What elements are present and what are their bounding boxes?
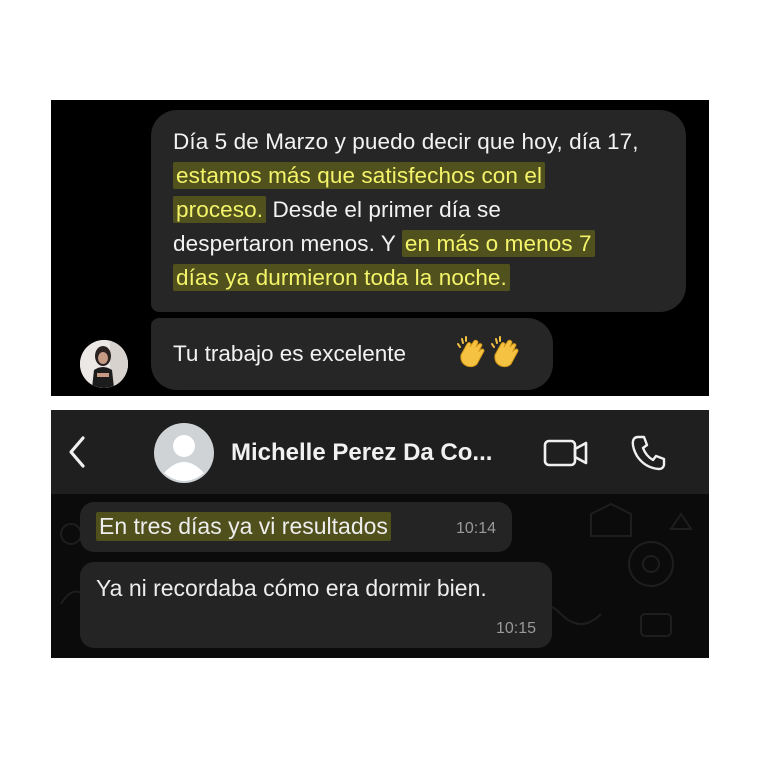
received-message-bubble[interactable]: Día 5 de Marzo y puedo decir que hoy, dí… — [151, 110, 686, 312]
message-text: Tu trabajo es excelente — [173, 341, 407, 366]
back-chevron-icon[interactable] — [65, 434, 91, 475]
chat-header: Michelle Perez Da Co... — [51, 410, 709, 494]
highlighted-text: días ya durmieron toda la noche. — [173, 264, 510, 291]
message-text: despertaron menos. Y — [173, 231, 402, 256]
clapping-hands-icon — [489, 335, 523, 374]
message-text: Ya ni recordaba cómo era dormir bien. — [96, 575, 487, 601]
message-line-2: estamos más que satisfechos con el — [173, 162, 546, 189]
message-text: En tres días ya vi resultados — [96, 512, 391, 541]
message-line-4: despertaron menos. Y en más o menos 7 — [173, 230, 595, 257]
message-line-3: proceso. Desde el primer día se — [173, 196, 502, 223]
instagram-chat-screenshot: Día 5 de Marzo y puedo decir que hoy, dí… — [51, 100, 709, 396]
incoming-message-bubble[interactable]: En tres días ya vi resultados 10:14 — [80, 502, 512, 552]
message-line-1: Día 5 de Marzo y puedo decir que hoy, dí… — [173, 129, 639, 155]
message-timestamp: 10:15 — [495, 620, 536, 637]
highlighted-text: en más o menos 7 — [401, 230, 595, 257]
clapping-hands-icon — [455, 335, 489, 374]
video-call-icon[interactable] — [543, 438, 589, 473]
received-message-bubble[interactable]: Tu trabajo es excelente — [151, 318, 553, 390]
highlighted-text: estamos más que satisfechos con el — [173, 162, 546, 189]
message-text: Día 5 de Marzo y puedo decir que hoy, dí… — [173, 129, 639, 154]
sender-avatar[interactable] — [80, 340, 128, 388]
default-avatar-icon[interactable] — [154, 423, 214, 488]
message-text: Desde el primer día se — [266, 197, 502, 222]
incoming-message-bubble[interactable]: Ya ni recordaba cómo era dormir bien. 10… — [80, 562, 552, 648]
highlighted-text: proceso. — [173, 196, 267, 223]
whatsapp-chat-screenshot: Michelle Perez Da Co... En tres días ya … — [51, 410, 709, 658]
contact-name[interactable]: Michelle Perez Da Co... — [231, 439, 492, 467]
message-timestamp: 10:14 — [455, 520, 496, 537]
voice-call-icon[interactable] — [630, 434, 666, 477]
message-line-5: días ya durmieron toda la noche. — [173, 264, 510, 291]
